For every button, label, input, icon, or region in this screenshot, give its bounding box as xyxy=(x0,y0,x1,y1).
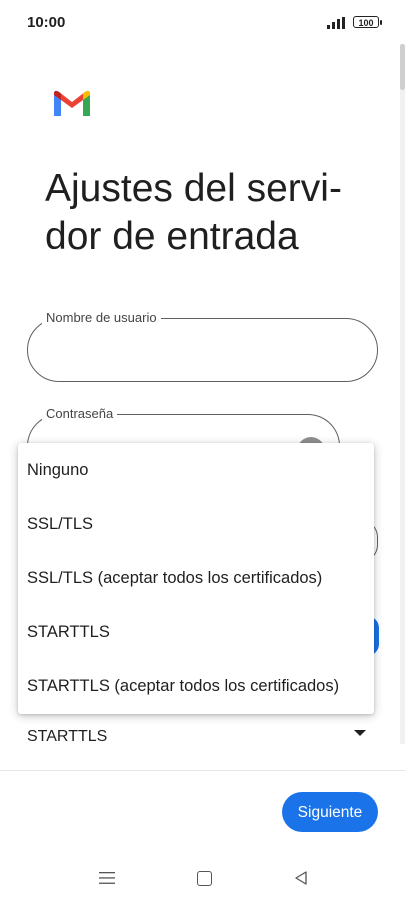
gmail-logo xyxy=(54,90,90,116)
status-bar: 10:00 100 xyxy=(0,0,405,44)
battery-level: 100 xyxy=(358,18,374,28)
password-label: Contraseña xyxy=(42,406,118,422)
security-type-dropdown[interactable]: Ninguno SSL/TLS SSL/TLS (aceptar todos l… xyxy=(18,443,374,714)
dropdown-option-ninguno[interactable]: Ninguno xyxy=(18,443,374,497)
status-time: 10:00 xyxy=(27,14,66,31)
dropdown-option-starttls-all-certs[interactable]: STARTTLS (aceptar todos los certificados… xyxy=(18,659,374,713)
scrollbar-thumb[interactable] xyxy=(400,44,405,90)
nav-menu-icon[interactable] xyxy=(99,871,115,885)
next-button[interactable]: Siguiente xyxy=(282,792,378,832)
nav-back-icon[interactable] xyxy=(293,870,309,886)
dropdown-option-starttls[interactable]: STARTTLS xyxy=(18,605,374,659)
username-label: Nombre de usuario xyxy=(42,310,161,326)
dropdown-caret-icon[interactable] xyxy=(354,730,366,736)
bottom-divider xyxy=(0,770,405,771)
dropdown-option-ssl-tls-all-certs[interactable]: SSL/TLS (aceptar todos los certificados) xyxy=(18,551,374,605)
security-type-select[interactable]: STARTTLS xyxy=(27,728,107,746)
username-field[interactable]: Nombre de usuario xyxy=(27,310,378,382)
page-title: Ajustes del servi-dor de entrada xyxy=(45,167,342,258)
signal-icon xyxy=(327,17,345,29)
nav-home-icon[interactable] xyxy=(197,871,212,886)
battery-icon: 100 xyxy=(353,16,382,28)
dropdown-option-ssl-tls[interactable]: SSL/TLS xyxy=(18,497,374,551)
scrollbar-track[interactable] xyxy=(400,44,405,744)
system-nav-bar xyxy=(0,850,405,902)
